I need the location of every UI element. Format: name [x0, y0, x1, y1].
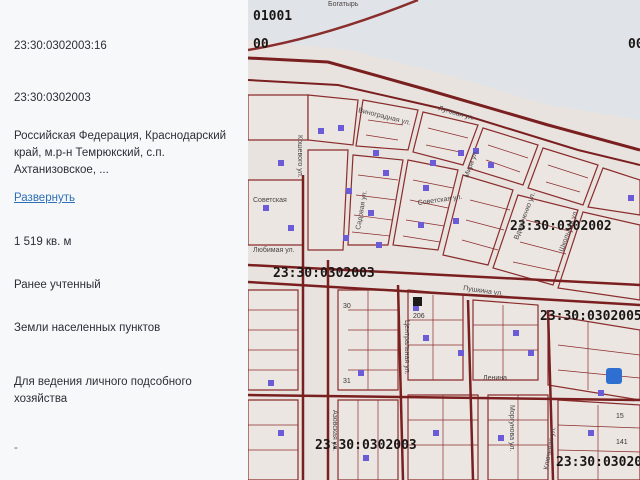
info-panel: 23:30:0302003:16 23:30:0302003 Российска… — [0, 0, 248, 480]
status-value: Ранее учтенный — [14, 279, 101, 291]
permitted-use-value: Для ведения личного подсобного хозяйства — [14, 376, 192, 405]
street-label: Ленина — [483, 375, 507, 382]
street-label: Моргунова ул. — [508, 405, 515, 451]
location-pin-icon[interactable] — [606, 368, 622, 384]
quarter-label: 23:30:0302005 — [540, 309, 640, 324]
expand-link[interactable]: Развернуть — [14, 190, 239, 207]
quarter-label: 23:30:0302003 — [556, 455, 640, 470]
plot-grid — [248, 94, 640, 480]
map-top-label: 00 — [628, 37, 640, 52]
land-category-value: Земли населенных пунктов — [14, 322, 161, 334]
street-label: Азовская ул. — [331, 410, 338, 451]
quarter-label: 23:30:0302003 — [315, 438, 417, 453]
quarter-number: 23:30:0302003 — [14, 92, 91, 104]
footer-mark: - — [14, 442, 18, 454]
plot-number: 31 — [343, 378, 351, 385]
street-label: Кошевого ул. — [296, 135, 303, 178]
street-label: Советская — [253, 197, 287, 204]
selected-parcel-marker[interactable] — [413, 297, 422, 306]
quarter-label: 23:30:0302003 — [273, 266, 375, 281]
cadastral-number: 23:30:0302003:16 — [14, 40, 107, 52]
street-label: Центральная ул. — [403, 320, 410, 375]
map-top-label: Богатырь — [328, 1, 359, 8]
cadastral-map[interactable]: 01001 00 00 Богатырь 23:30:0302003 23:30… — [248, 0, 640, 480]
map-top-label: 00 — [253, 37, 269, 52]
map-top-label: 01001 — [253, 9, 292, 24]
plot-number: 206 — [413, 313, 425, 320]
plot-number: 15 — [616, 413, 624, 420]
street-label: Любимая ул. — [253, 246, 295, 254]
plot-number: 30 — [343, 303, 351, 310]
area-value: 1 519 кв. м — [14, 236, 72, 248]
address-text: Российская Федерация, Краснодарский край… — [14, 130, 227, 176]
plot-number: 141 — [616, 439, 628, 446]
map-canvas[interactable]: 01001 00 00 Богатырь 23:30:0302003 23:30… — [248, 0, 640, 480]
